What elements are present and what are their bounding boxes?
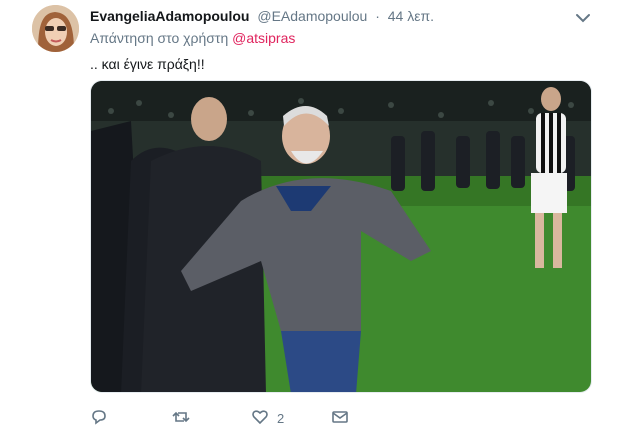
tweet-header: EvangeliaAdamopoulou @EAdamopoulou · 44 … (90, 8, 434, 24)
tweet-text: .. και έγινε πράξη!! (90, 56, 205, 72)
tweet[interactable]: EvangeliaAdamopoulou @EAdamopoulou · 44 … (0, 0, 621, 433)
tweet-timestamp[interactable]: 44 λεπ. (388, 8, 434, 24)
avatar-image (32, 5, 79, 52)
reply-icon (90, 408, 108, 429)
reply-prefix: Απάντηση στο χρήστη (90, 30, 229, 46)
tweet-photo[interactable] (90, 80, 592, 393)
retweet-icon (172, 408, 190, 429)
tweet-actions: 2 (90, 408, 590, 428)
author-handle[interactable]: @EAdamopoulou (257, 8, 367, 24)
envelope-icon (331, 408, 349, 429)
like-count: 2 (277, 410, 285, 426)
header-separator: · (375, 8, 380, 24)
direct-message-button[interactable] (331, 408, 357, 428)
author-name[interactable]: EvangeliaAdamopoulou (90, 8, 249, 24)
like-button[interactable]: 2 (251, 408, 284, 428)
reply-button[interactable] (90, 408, 116, 428)
retweet-button[interactable] (172, 408, 198, 428)
photo-image (91, 81, 591, 392)
reply-context: Απάντηση στο χρήστη @atsipras (90, 30, 295, 46)
chevron-down-icon[interactable] (573, 10, 593, 26)
reply-mention-link[interactable]: @atsipras (232, 30, 295, 46)
heart-icon (251, 408, 269, 429)
avatar[interactable] (32, 5, 79, 52)
